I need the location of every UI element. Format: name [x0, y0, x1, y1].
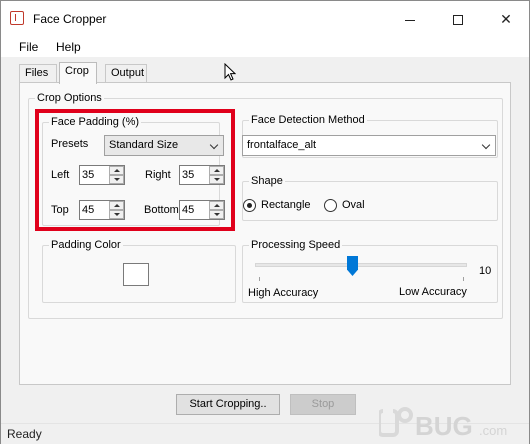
chevron-down-icon	[481, 140, 491, 150]
status-text: Ready	[7, 427, 42, 441]
menu-bar: File Help	[1, 37, 529, 57]
shape-rectangle-label: Rectangle	[261, 199, 311, 211]
tab-files[interactable]: Files	[19, 64, 57, 83]
padding-color-swatch[interactable]	[123, 263, 149, 286]
face-detection-title: Face Detection Method	[251, 114, 365, 126]
shape-oval-radio[interactable]	[324, 199, 337, 212]
close-icon: ✕	[500, 11, 512, 27]
start-cropping-button[interactable]: Start Cropping..	[176, 394, 280, 415]
mouse-cursor-icon	[224, 63, 236, 81]
processing-speed-value: 10	[479, 265, 492, 277]
shape-group: Shape	[242, 175, 498, 221]
shape-oval-label: Oval	[342, 199, 365, 211]
menu-file[interactable]: File	[19, 40, 38, 54]
tab-crop[interactable]: Crop	[59, 62, 97, 84]
menu-help[interactable]: Help	[56, 40, 81, 54]
svg-text:BUG: BUG	[415, 411, 473, 441]
title-bar: Face Cropper ✕	[1, 1, 529, 37]
tab-output[interactable]: Output	[105, 64, 147, 83]
close-button[interactable]: ✕	[483, 1, 529, 37]
uebug-watermark-logo: BUG .com	[379, 407, 507, 441]
face-padding-highlight-box	[35, 109, 235, 231]
slider-tick	[463, 277, 464, 281]
minimize-button[interactable]	[387, 1, 433, 37]
high-accuracy-label: High Accuracy	[248, 287, 319, 299]
window-title: Face Cropper	[33, 12, 107, 26]
svg-text:.com: .com	[479, 423, 507, 438]
slider-tick	[259, 277, 260, 281]
app-icon	[10, 11, 24, 25]
minimize-icon	[405, 19, 415, 21]
maximize-button[interactable]	[435, 1, 481, 37]
low-accuracy-label: Low Accuracy	[399, 286, 467, 298]
app-window: Face Cropper ✕ File Help Files Crop Outp…	[0, 0, 530, 444]
face-detection-dropdown[interactable]: frontalface_alt	[242, 135, 496, 156]
padding-color-title: Padding Color	[51, 239, 121, 251]
crop-options-title: Crop Options	[37, 92, 102, 104]
shape-rectangle-radio[interactable]	[243, 199, 256, 212]
stop-button[interactable]: Stop	[290, 394, 356, 415]
maximize-icon	[453, 15, 463, 26]
face-detection-value: frontalface_alt	[247, 139, 317, 151]
processing-speed-track	[255, 263, 467, 267]
processing-speed-title: Processing Speed	[251, 239, 341, 251]
shape-title: Shape	[251, 175, 283, 187]
